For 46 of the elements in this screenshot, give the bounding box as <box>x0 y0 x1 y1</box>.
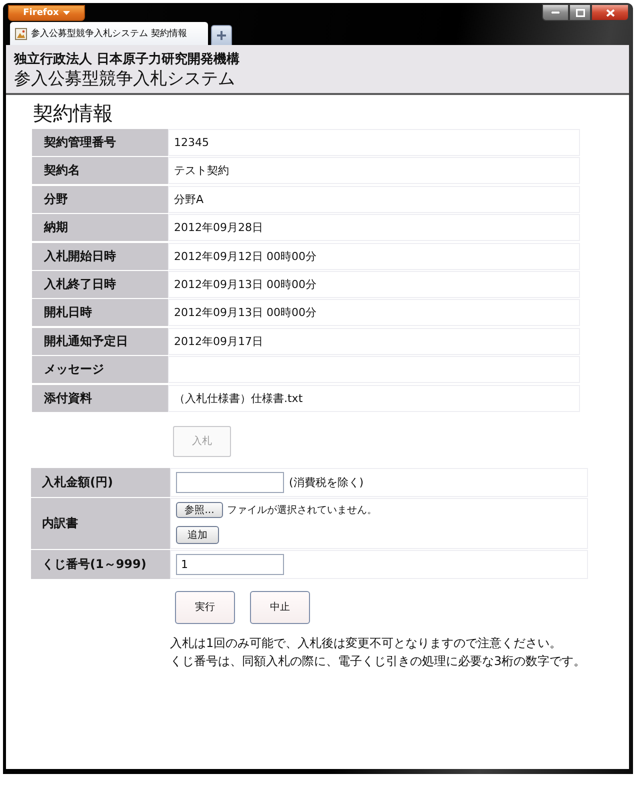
file-status-text: ファイルが選択されていません。 <box>227 504 377 518</box>
plus-icon <box>217 31 226 40</box>
form-label: くじ番号(1～999) <box>31 550 170 579</box>
detail-label: 開札通知予定日 <box>32 328 168 355</box>
new-tab-button[interactable] <box>211 25 232 45</box>
detail-label: 添付資料 <box>32 384 168 412</box>
browse-button[interactable]: 参照... <box>176 502 223 518</box>
close-button[interactable] <box>591 4 629 21</box>
cancel-button[interactable]: 中止 <box>250 590 310 624</box>
execute-button[interactable]: 実行 <box>175 590 235 624</box>
input-field[interactable]: 1 <box>176 554 284 575</box>
detail-value: テスト契約 <box>168 157 580 184</box>
detail-label: メッセージ <box>32 356 168 384</box>
detail-value: 2012年09月13日 00時00分 <box>168 299 580 326</box>
maximize-icon <box>576 8 584 16</box>
detail-label: 納期 <box>32 214 168 242</box>
minimize-button[interactable] <box>542 4 569 21</box>
notice-text: 入札は1回のみ可能で、入札後は変更不可となりますので注意ください。 <box>170 634 563 652</box>
detail-label: 契約管理番号 <box>32 129 168 156</box>
detail-value: 分野A <box>168 186 580 213</box>
detail-value: 2012年09月13日 00時00分 <box>168 270 580 298</box>
input-note: (消費税を除く) <box>289 474 364 490</box>
maximize-button[interactable] <box>569 4 591 21</box>
detail-label: 入札開始日時 <box>32 242 168 270</box>
detail-value: 2012年09月17日 <box>168 328 580 355</box>
page-image-icon <box>15 28 27 40</box>
detail-value: 12345 <box>168 129 580 156</box>
minimize-icon <box>551 11 560 14</box>
detail-label: 開札日時 <box>32 299 168 326</box>
add-button[interactable]: 追加 <box>176 526 219 544</box>
system-name: 参入公募型競争入札システム <box>14 68 236 91</box>
caret-icon <box>62 11 70 15</box>
page-title: 契約情報 <box>33 100 114 126</box>
input-field[interactable] <box>176 472 284 493</box>
detail-label: 分野 <box>32 186 168 213</box>
detail-label: 契約名 <box>32 157 168 184</box>
form-label: 入札金額(円) <box>31 468 170 497</box>
detail-value: 2012年09月12日 00時00分 <box>168 242 580 270</box>
detail-value: （入札仕様書）仕様書.txt <box>168 384 580 412</box>
detail-value: 2012年09月28日 <box>168 214 580 242</box>
browser-tab[interactable]: 参入公募型競争入札システム 契約情報 <box>10 22 208 45</box>
form-label: 内訳書 <box>31 498 170 549</box>
organization-name: 独立行政法人 日本原子力研究開発機構 <box>14 51 241 68</box>
notice-text: くじ番号は、同額入札の際に、電子くじ引きの処理に必要な3桁の数字です。 <box>170 652 587 670</box>
close-icon <box>606 8 614 16</box>
detail-label: 入札終了日時 <box>32 270 168 298</box>
